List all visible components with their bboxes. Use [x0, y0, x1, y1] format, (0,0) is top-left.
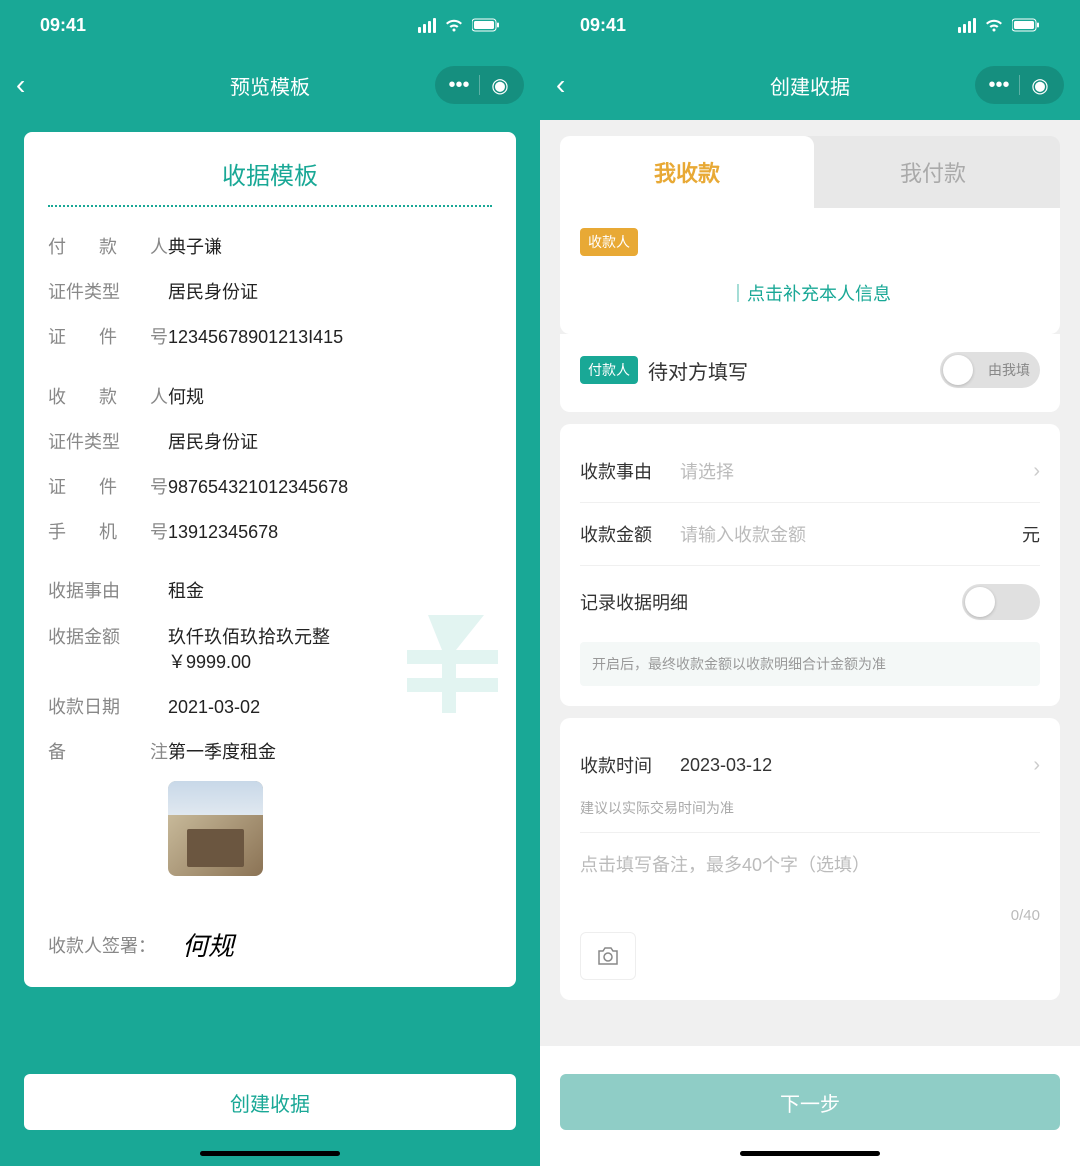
watermark-icon [386, 587, 526, 727]
id-number2-label: 证件号 [48, 475, 168, 500]
nav-title: 预览模板 [230, 71, 310, 100]
payee-badge: 收款人 [580, 228, 638, 256]
reason-label: 收据事由 [48, 579, 168, 604]
battery-icon [472, 18, 500, 32]
chevron-right-icon: › [1033, 460, 1040, 483]
phone-label: 手机号 [48, 520, 168, 545]
id-type-value: 居民身份证 [168, 280, 492, 305]
close-icon[interactable]: ◉ [1020, 66, 1060, 104]
status-icons [418, 18, 500, 33]
more-icon[interactable]: ••• [439, 66, 479, 104]
tab-receive[interactable]: 我收款 [560, 136, 814, 208]
time-label: 收款时间 [580, 752, 680, 778]
attachment-thumbnail[interactable] [168, 781, 263, 876]
phone-value: 13912345678 [168, 520, 492, 545]
more-icon[interactable]: ••• [979, 66, 1019, 104]
amount-placeholder: 请输入收款金额 [680, 521, 1022, 547]
id-type-label: 证件类型 [48, 280, 168, 305]
home-indicator [200, 1151, 340, 1156]
remark-value: 第一季度租金 [168, 740, 492, 765]
time-hint: 建议以实际交易时间为准 [580, 798, 1040, 818]
amount-label: 收据金额 [48, 625, 168, 675]
create-receipt-button[interactable]: 创建收据 [24, 1074, 516, 1130]
wifi-icon [984, 18, 1004, 33]
detail-toggle-row: 记录收据明细 [580, 570, 1040, 634]
payer-wait-text: 待对方填写 [648, 356, 940, 385]
signal-icon [958, 18, 976, 33]
payee-label: 收款人 [48, 385, 168, 410]
back-icon[interactable]: ‹ [16, 69, 25, 101]
panel-time-note: 收款时间 2023-03-12 › 建议以实际交易时间为准 点击填写备注，最多4… [560, 718, 1060, 1000]
card-title: 收据模板 [48, 156, 492, 191]
payer-label: 付款人 [48, 235, 168, 260]
nav-bar: ‹ 创建收据 ••• ◉ [540, 50, 1080, 120]
id-number-value: 12345678901213I415 [168, 325, 492, 350]
reason-label: 收款事由 [580, 458, 680, 484]
close-icon[interactable]: ◉ [480, 66, 520, 104]
phone-preview-template: 09:41 ‹ 预览模板 ••• ◉ 收据模板 付款人典子谦 证件类型居民身份证… [0, 0, 540, 1166]
id-number-label: 证件号 [48, 325, 168, 350]
nav-title: 创建收据 [770, 71, 850, 100]
amount-row[interactable]: 收款金额 请输入收款金额 元 [580, 507, 1040, 561]
amount-number: ￥9999.00 [168, 652, 251, 672]
payer-value: 典子谦 [168, 235, 492, 260]
time-value: 2023-03-12 [680, 755, 1033, 776]
tabs: 我收款 我付款 [560, 136, 1060, 208]
payee-value: 何规 [168, 385, 492, 410]
detail-label: 记录收据明细 [580, 589, 688, 615]
signal-icon [418, 18, 436, 33]
id-type2-label: 证件类型 [48, 430, 168, 455]
reason-row[interactable]: 收款事由 请选择 › [580, 444, 1040, 498]
signature-value: 何规 [182, 926, 234, 963]
date-label: 收款日期 [48, 695, 168, 720]
camera-icon [596, 946, 620, 966]
note-input[interactable]: 点击填写备注，最多40个字（选填） [580, 837, 1040, 891]
home-indicator [740, 1151, 880, 1156]
status-time: 09:41 [40, 15, 86, 36]
status-bar: 09:41 [0, 0, 540, 50]
wifi-icon [444, 18, 464, 33]
time-row[interactable]: 收款时间 2023-03-12 › [580, 738, 1040, 792]
reason-placeholder: 请选择 [680, 458, 1033, 484]
mini-program-capsule: ••• ◉ [435, 66, 524, 104]
id-number2-value: 987654321012345678 [168, 475, 492, 500]
status-icons [958, 18, 1040, 33]
phone-create-receipt: 09:41 ‹ 创建收据 ••• ◉ 我收款 我付款 收款人 ｜点击补充本人信息… [540, 0, 1080, 1166]
signature-label: 收款人签署： [48, 932, 156, 958]
fill-self-info-link[interactable]: ｜点击补充本人信息 [580, 256, 1040, 314]
amount-unit: 元 [1022, 521, 1040, 547]
mini-program-capsule: ••• ◉ [975, 66, 1064, 104]
id-type2-value: 居民身份证 [168, 430, 492, 455]
panel-parties: 收款人 ｜点击补充本人信息 [560, 208, 1060, 334]
amount-label: 收款金额 [580, 521, 680, 547]
chevron-right-icon: › [1033, 754, 1040, 777]
status-bar: 09:41 [540, 0, 1080, 50]
back-icon[interactable]: ‹ [556, 69, 565, 101]
char-count: 0/40 [580, 907, 1040, 924]
divider-dotted [48, 205, 492, 207]
panel-amount: 收款事由 请选择 › 收款金额 请输入收款金额 元 记录收据明细 开启后，最终收… [560, 424, 1060, 706]
payer-badge: 付款人 [580, 356, 638, 384]
detail-hint: 开启后，最终收款金额以收款明细合计金额为准 [580, 642, 1040, 686]
status-time: 09:41 [580, 15, 626, 36]
fill-by-me-toggle[interactable]: 由我填 [940, 352, 1040, 388]
nav-bar: ‹ 预览模板 ••• ◉ [0, 50, 540, 120]
battery-icon [1012, 18, 1040, 32]
remark-label: 备注 [48, 740, 168, 765]
amount-text: 玖仟玖佰玖拾玖元整 [168, 627, 330, 647]
tab-pay[interactable]: 我付款 [806, 136, 1060, 208]
next-step-button[interactable]: 下一步 [560, 1074, 1060, 1130]
add-photo-button[interactable] [580, 932, 636, 980]
detail-toggle[interactable] [962, 584, 1040, 620]
receipt-card: 收据模板 付款人典子谦 证件类型居民身份证 证件号12345678901213I… [24, 132, 516, 987]
payer-section: 付款人 待对方填写 由我填 [560, 334, 1060, 412]
